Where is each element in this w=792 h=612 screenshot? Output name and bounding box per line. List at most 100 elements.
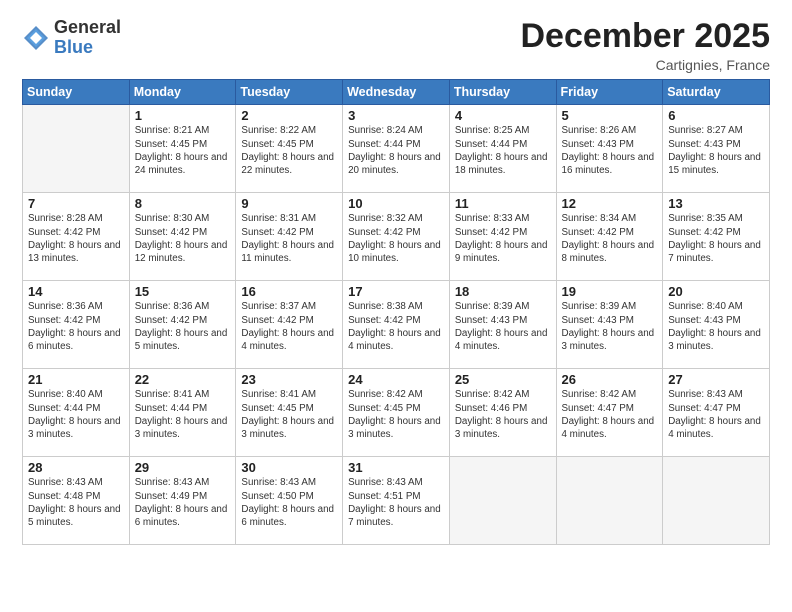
calendar-cell bbox=[449, 457, 556, 545]
calendar-cell: 1Sunrise: 8:21 AM Sunset: 4:45 PM Daylig… bbox=[129, 105, 236, 193]
calendar: SundayMondayTuesdayWednesdayThursdayFrid… bbox=[22, 79, 770, 545]
day-number: 12 bbox=[562, 196, 658, 211]
calendar-cell: 18Sunrise: 8:39 AM Sunset: 4:43 PM Dayli… bbox=[449, 281, 556, 369]
day-number: 23 bbox=[241, 372, 337, 387]
calendar-cell: 15Sunrise: 8:36 AM Sunset: 4:42 PM Dayli… bbox=[129, 281, 236, 369]
calendar-week-5: 28Sunrise: 8:43 AM Sunset: 4:48 PM Dayli… bbox=[23, 457, 770, 545]
calendar-cell: 21Sunrise: 8:40 AM Sunset: 4:44 PM Dayli… bbox=[23, 369, 130, 457]
calendar-cell: 28Sunrise: 8:43 AM Sunset: 4:48 PM Dayli… bbox=[23, 457, 130, 545]
calendar-cell: 13Sunrise: 8:35 AM Sunset: 4:42 PM Dayli… bbox=[663, 193, 770, 281]
cell-details: Sunrise: 8:31 AM Sunset: 4:42 PM Dayligh… bbox=[241, 212, 337, 265]
calendar-cell: 5Sunrise: 8:26 AM Sunset: 4:43 PM Daylig… bbox=[556, 105, 663, 193]
calendar-cell: 22Sunrise: 8:41 AM Sunset: 4:44 PM Dayli… bbox=[129, 369, 236, 457]
calendar-week-3: 14Sunrise: 8:36 AM Sunset: 4:42 PM Dayli… bbox=[23, 281, 770, 369]
calendar-cell: 14Sunrise: 8:36 AM Sunset: 4:42 PM Dayli… bbox=[23, 281, 130, 369]
calendar-cell bbox=[663, 457, 770, 545]
cell-details: Sunrise: 8:22 AM Sunset: 4:45 PM Dayligh… bbox=[241, 124, 337, 177]
logo-text: General Blue bbox=[54, 18, 121, 58]
day-number: 28 bbox=[28, 460, 124, 475]
calendar-header-row: SundayMondayTuesdayWednesdayThursdayFrid… bbox=[23, 80, 770, 105]
logo: General Blue bbox=[22, 18, 121, 58]
logo-general-text: General bbox=[54, 17, 121, 37]
day-number: 18 bbox=[455, 284, 551, 299]
calendar-week-1: 1Sunrise: 8:21 AM Sunset: 4:45 PM Daylig… bbox=[23, 105, 770, 193]
cell-details: Sunrise: 8:40 AM Sunset: 4:43 PM Dayligh… bbox=[668, 300, 764, 353]
day-number: 20 bbox=[668, 284, 764, 299]
calendar-cell: 20Sunrise: 8:40 AM Sunset: 4:43 PM Dayli… bbox=[663, 281, 770, 369]
calendar-cell: 3Sunrise: 8:24 AM Sunset: 4:44 PM Daylig… bbox=[343, 105, 450, 193]
day-number: 3 bbox=[348, 108, 444, 123]
day-number: 6 bbox=[668, 108, 764, 123]
logo-blue-text: Blue bbox=[54, 37, 93, 57]
calendar-week-2: 7Sunrise: 8:28 AM Sunset: 4:42 PM Daylig… bbox=[23, 193, 770, 281]
day-number: 27 bbox=[668, 372, 764, 387]
cell-details: Sunrise: 8:36 AM Sunset: 4:42 PM Dayligh… bbox=[28, 300, 124, 353]
cell-details: Sunrise: 8:27 AM Sunset: 4:43 PM Dayligh… bbox=[668, 124, 764, 177]
calendar-cell: 24Sunrise: 8:42 AM Sunset: 4:45 PM Dayli… bbox=[343, 369, 450, 457]
day-number: 14 bbox=[28, 284, 124, 299]
calendar-cell: 19Sunrise: 8:39 AM Sunset: 4:43 PM Dayli… bbox=[556, 281, 663, 369]
calendar-cell: 2Sunrise: 8:22 AM Sunset: 4:45 PM Daylig… bbox=[236, 105, 343, 193]
calendar-cell: 26Sunrise: 8:42 AM Sunset: 4:47 PM Dayli… bbox=[556, 369, 663, 457]
calendar-cell: 9Sunrise: 8:31 AM Sunset: 4:42 PM Daylig… bbox=[236, 193, 343, 281]
cell-details: Sunrise: 8:42 AM Sunset: 4:45 PM Dayligh… bbox=[348, 388, 444, 441]
calendar-cell: 30Sunrise: 8:43 AM Sunset: 4:50 PM Dayli… bbox=[236, 457, 343, 545]
cell-details: Sunrise: 8:42 AM Sunset: 4:46 PM Dayligh… bbox=[455, 388, 551, 441]
day-number: 4 bbox=[455, 108, 551, 123]
day-number: 19 bbox=[562, 284, 658, 299]
calendar-cell: 31Sunrise: 8:43 AM Sunset: 4:51 PM Dayli… bbox=[343, 457, 450, 545]
calendar-cell: 8Sunrise: 8:30 AM Sunset: 4:42 PM Daylig… bbox=[129, 193, 236, 281]
cell-details: Sunrise: 8:43 AM Sunset: 4:47 PM Dayligh… bbox=[668, 388, 764, 441]
day-number: 22 bbox=[135, 372, 231, 387]
page: General Blue December 2025 Cartignies, F… bbox=[0, 0, 792, 612]
calendar-cell: 4Sunrise: 8:25 AM Sunset: 4:44 PM Daylig… bbox=[449, 105, 556, 193]
cell-details: Sunrise: 8:43 AM Sunset: 4:51 PM Dayligh… bbox=[348, 476, 444, 529]
cell-details: Sunrise: 8:28 AM Sunset: 4:42 PM Dayligh… bbox=[28, 212, 124, 265]
calendar-cell: 12Sunrise: 8:34 AM Sunset: 4:42 PM Dayli… bbox=[556, 193, 663, 281]
calendar-cell: 27Sunrise: 8:43 AM Sunset: 4:47 PM Dayli… bbox=[663, 369, 770, 457]
day-number: 29 bbox=[135, 460, 231, 475]
calendar-cell bbox=[556, 457, 663, 545]
cell-details: Sunrise: 8:43 AM Sunset: 4:48 PM Dayligh… bbox=[28, 476, 124, 529]
day-number: 21 bbox=[28, 372, 124, 387]
calendar-cell: 25Sunrise: 8:42 AM Sunset: 4:46 PM Dayli… bbox=[449, 369, 556, 457]
day-number: 9 bbox=[241, 196, 337, 211]
header: General Blue December 2025 Cartignies, F… bbox=[22, 18, 770, 73]
day-number: 31 bbox=[348, 460, 444, 475]
day-number: 16 bbox=[241, 284, 337, 299]
day-number: 2 bbox=[241, 108, 337, 123]
calendar-week-4: 21Sunrise: 8:40 AM Sunset: 4:44 PM Dayli… bbox=[23, 369, 770, 457]
calendar-cell: 29Sunrise: 8:43 AM Sunset: 4:49 PM Dayli… bbox=[129, 457, 236, 545]
day-number: 13 bbox=[668, 196, 764, 211]
cell-details: Sunrise: 8:35 AM Sunset: 4:42 PM Dayligh… bbox=[668, 212, 764, 265]
cell-details: Sunrise: 8:30 AM Sunset: 4:42 PM Dayligh… bbox=[135, 212, 231, 265]
cell-details: Sunrise: 8:39 AM Sunset: 4:43 PM Dayligh… bbox=[455, 300, 551, 353]
cell-details: Sunrise: 8:25 AM Sunset: 4:44 PM Dayligh… bbox=[455, 124, 551, 177]
cell-details: Sunrise: 8:41 AM Sunset: 4:45 PM Dayligh… bbox=[241, 388, 337, 441]
day-header-saturday: Saturday bbox=[663, 80, 770, 105]
calendar-cell: 7Sunrise: 8:28 AM Sunset: 4:42 PM Daylig… bbox=[23, 193, 130, 281]
day-number: 1 bbox=[135, 108, 231, 123]
day-number: 8 bbox=[135, 196, 231, 211]
day-header-monday: Monday bbox=[129, 80, 236, 105]
day-number: 30 bbox=[241, 460, 337, 475]
day-number: 15 bbox=[135, 284, 231, 299]
calendar-cell: 16Sunrise: 8:37 AM Sunset: 4:42 PM Dayli… bbox=[236, 281, 343, 369]
day-number: 10 bbox=[348, 196, 444, 211]
calendar-cell: 10Sunrise: 8:32 AM Sunset: 4:42 PM Dayli… bbox=[343, 193, 450, 281]
day-number: 7 bbox=[28, 196, 124, 211]
calendar-cell: 23Sunrise: 8:41 AM Sunset: 4:45 PM Dayli… bbox=[236, 369, 343, 457]
calendar-cell: 6Sunrise: 8:27 AM Sunset: 4:43 PM Daylig… bbox=[663, 105, 770, 193]
cell-details: Sunrise: 8:24 AM Sunset: 4:44 PM Dayligh… bbox=[348, 124, 444, 177]
day-header-tuesday: Tuesday bbox=[236, 80, 343, 105]
cell-details: Sunrise: 8:42 AM Sunset: 4:47 PM Dayligh… bbox=[562, 388, 658, 441]
day-number: 11 bbox=[455, 196, 551, 211]
calendar-cell bbox=[23, 105, 130, 193]
day-number: 26 bbox=[562, 372, 658, 387]
cell-details: Sunrise: 8:26 AM Sunset: 4:43 PM Dayligh… bbox=[562, 124, 658, 177]
cell-details: Sunrise: 8:43 AM Sunset: 4:49 PM Dayligh… bbox=[135, 476, 231, 529]
day-number: 5 bbox=[562, 108, 658, 123]
cell-details: Sunrise: 8:39 AM Sunset: 4:43 PM Dayligh… bbox=[562, 300, 658, 353]
day-header-thursday: Thursday bbox=[449, 80, 556, 105]
month-title: December 2025 bbox=[520, 18, 770, 55]
